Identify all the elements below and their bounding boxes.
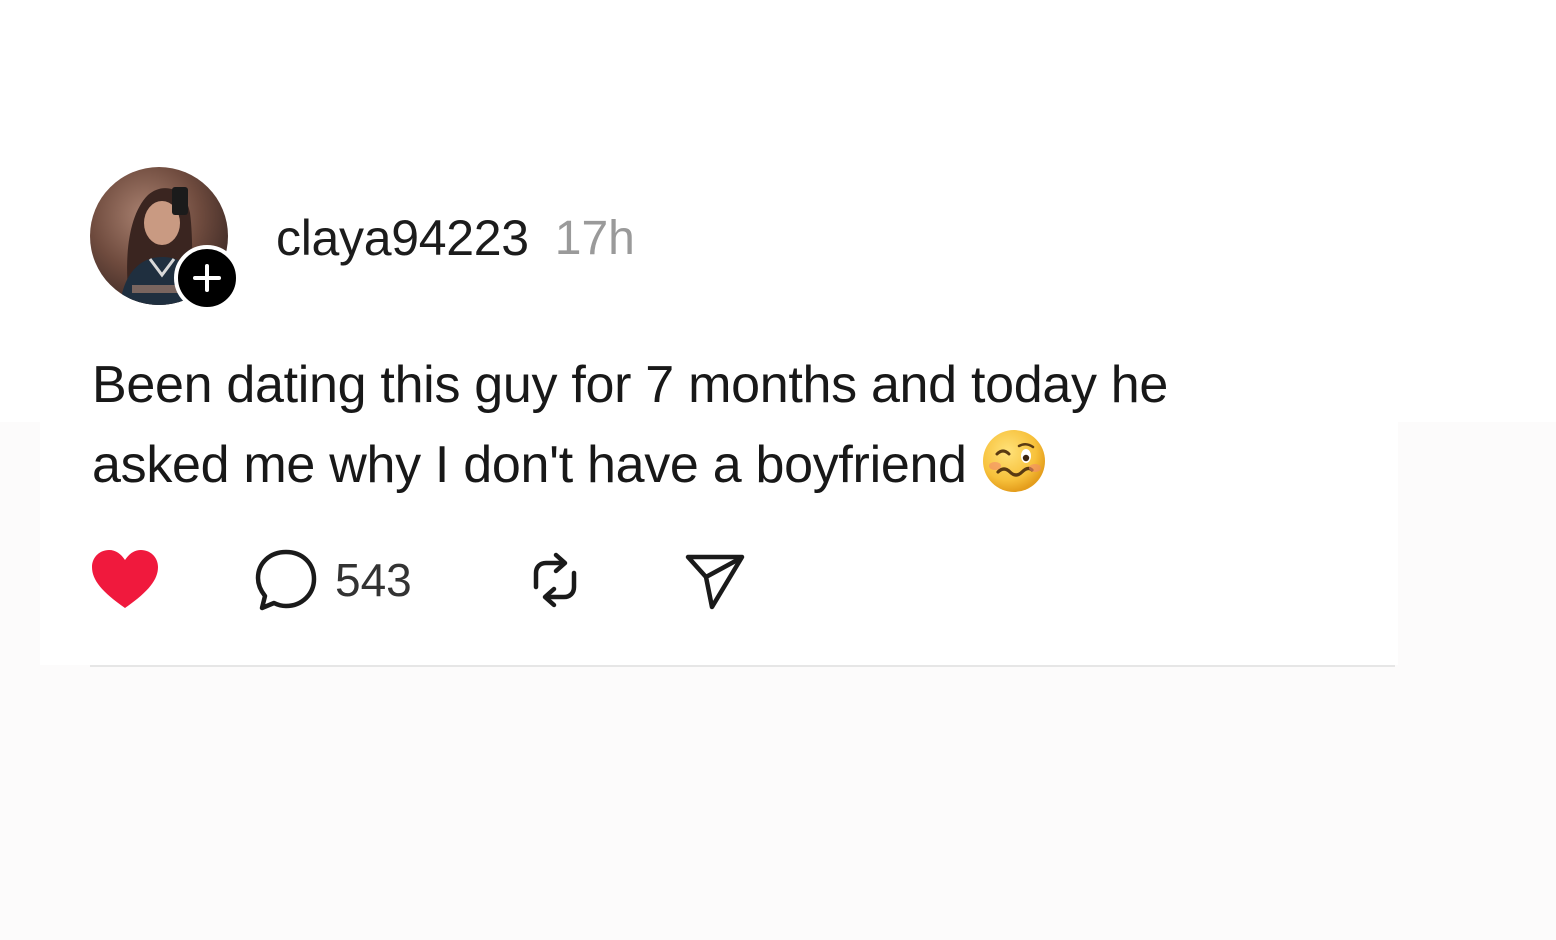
repost-button[interactable] <box>522 545 588 615</box>
plus-icon <box>193 264 221 292</box>
send-icon <box>685 554 745 610</box>
post-header: claya94223 17h <box>276 208 635 268</box>
post-body: Been dating this guy for 7 months and to… <box>92 345 1392 505</box>
follow-button[interactable] <box>174 245 240 311</box>
woozy-face-emoji-icon <box>982 430 1045 492</box>
repost-icon <box>533 552 577 608</box>
post-divider <box>90 665 1395 667</box>
post-timestamp: 17h <box>554 211 635 265</box>
reply-button[interactable]: 543 <box>253 545 412 615</box>
post-text-line-1: Been dating this guy for 7 months and to… <box>92 356 1169 414</box>
post-text-line-2-wrap: asked me why I don't have a boyfriend <box>92 425 1392 505</box>
comment-icon <box>255 549 317 611</box>
username[interactable]: claya94223 <box>276 209 529 267</box>
share-button[interactable] <box>682 545 748 615</box>
post-actions: 543 <box>90 545 790 615</box>
heart-icon <box>92 550 158 608</box>
reply-count: 543 <box>335 554 412 606</box>
post-text-line-2: asked me why I don't have a boyfriend <box>92 436 967 494</box>
like-button[interactable] <box>90 545 160 615</box>
